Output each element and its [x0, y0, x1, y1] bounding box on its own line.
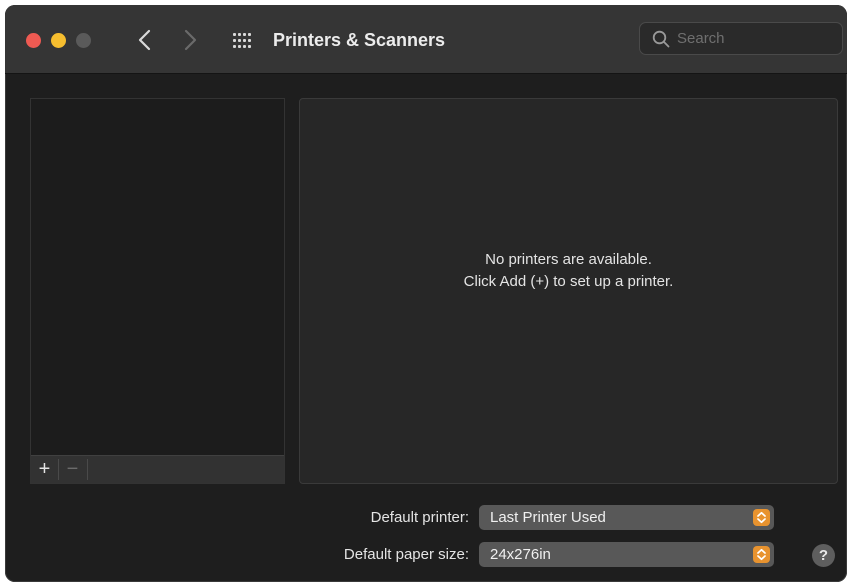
default-printer-label: Default printer: [370, 509, 469, 526]
popup-arrows-icon [753, 509, 770, 526]
search-input[interactable] [677, 23, 837, 54]
printer-list[interactable]: + − [30, 98, 285, 484]
preferences-window: Printers & Scanners + − No printers are … [5, 5, 847, 582]
help-button[interactable]: ? [812, 544, 835, 567]
search-field[interactable] [639, 22, 843, 55]
paper-size-value: 24x276in [490, 546, 551, 563]
empty-state-line-1: No printers are available. [485, 251, 652, 268]
add-printer-button[interactable]: + [31, 456, 58, 483]
remove-printer-button[interactable]: − [59, 456, 86, 483]
empty-state-message: No printers are available. Click Add (+)… [300, 249, 837, 293]
empty-state-line-2: Click Add (+) to set up a printer. [463, 273, 674, 290]
chevron-right-icon [184, 29, 197, 51]
close-button[interactable] [26, 33, 41, 48]
title-bar: Printers & Scanners [5, 5, 847, 74]
forward-button[interactable] [175, 23, 205, 57]
paper-size-popup[interactable]: 24x276in [479, 542, 774, 567]
window-title: Printers & Scanners [273, 30, 446, 50]
toolbar-divider [87, 459, 88, 480]
popup-arrows-icon [753, 546, 770, 563]
paper-size-label: Default paper size: [343, 546, 469, 563]
back-button[interactable] [130, 23, 160, 57]
show-all-button[interactable] [233, 32, 251, 50]
minimize-button[interactable] [51, 33, 66, 48]
default-printer-popup[interactable]: Last Printer Used [479, 505, 774, 530]
chevron-left-icon [138, 29, 151, 51]
printer-list-toolbar: + − [31, 455, 284, 483]
search-icon [652, 30, 670, 48]
printer-detail-pane: No printers are available. Click Add (+)… [299, 98, 838, 484]
default-printer-value: Last Printer Used [490, 509, 606, 526]
zoom-button[interactable] [76, 33, 91, 48]
